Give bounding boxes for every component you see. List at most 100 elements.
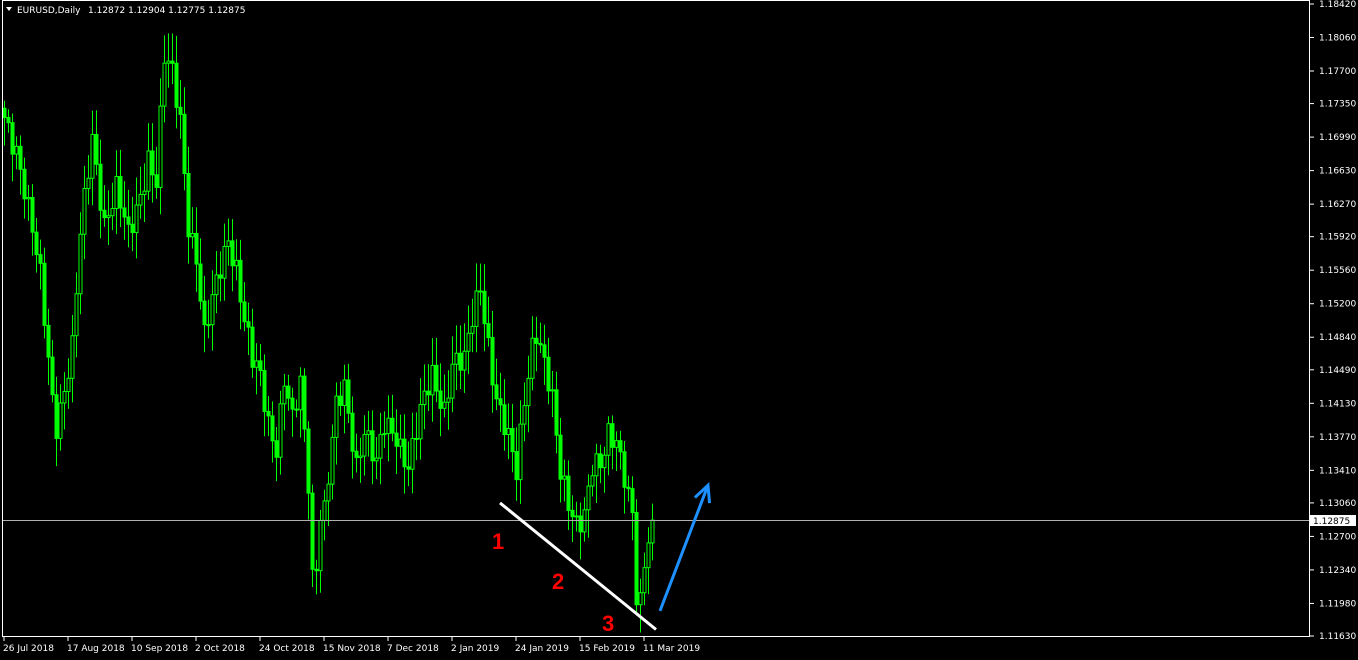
candle-body [22, 168, 27, 200]
candle-body [458, 352, 463, 371]
candle-body [634, 511, 639, 606]
candle-body [558, 434, 563, 480]
candle-body [182, 113, 187, 175]
candle-body [234, 259, 239, 267]
y-tick-label: 1.11630 [1319, 632, 1356, 642]
candle-body [570, 509, 575, 518]
candle-body [78, 233, 83, 295]
price-chart[interactable]: 1.18420 1.18060 1.17700 1.17350 1.16990 1.166… [0, 0, 1358, 660]
x-tick-label: 2 Jan 2019 [451, 644, 499, 654]
candle-body [450, 363, 455, 399]
candle-body [474, 290, 479, 327]
candle-body [562, 475, 567, 480]
y-tick-label: 1.16270 [1319, 200, 1356, 210]
candle-body [50, 356, 55, 396]
candle-body [218, 274, 223, 279]
candle-body [226, 240, 231, 247]
candle-body [338, 395, 343, 406]
candle-body [90, 133, 95, 179]
candle-body [354, 450, 359, 459]
candle-body [406, 466, 411, 470]
candle-body [330, 436, 335, 485]
y-tick-label: 1.13770 [1319, 433, 1356, 443]
candle-body [38, 254, 43, 264]
candle-body [34, 231, 39, 256]
candle-body [334, 395, 339, 438]
candle-body [314, 568, 319, 572]
candle-body [606, 423, 611, 456]
candle-body [242, 301, 247, 323]
candle-body [322, 500, 327, 521]
candle-body [206, 324, 211, 327]
candle-body [278, 403, 283, 458]
dropdown-arrow-icon[interactable] [6, 7, 12, 11]
candle-body [542, 344, 547, 358]
candle-body [62, 391, 67, 404]
candle-body [434, 364, 439, 392]
candle-body [246, 321, 251, 328]
candle-body [362, 433, 367, 457]
candle-body [202, 300, 207, 326]
candle-body [126, 216, 131, 225]
candle-body [58, 402, 63, 439]
candle-body [230, 240, 235, 267]
candle-body [154, 174, 159, 188]
candle-body [502, 404, 507, 436]
candle-body [394, 432, 399, 447]
symbol-timeframe: EURUSD,Daily [17, 6, 81, 16]
candle-body [378, 434, 383, 459]
candle-body [70, 335, 75, 379]
candle-body [466, 332, 471, 352]
candle-body [482, 290, 487, 325]
candle-body [170, 60, 175, 64]
candle-body [598, 453, 603, 469]
candle-body [282, 385, 287, 405]
candle-body [118, 176, 123, 209]
candle-body [42, 262, 47, 326]
candle-body [510, 428, 515, 453]
candle-body [438, 390, 443, 409]
candle-body [442, 401, 447, 409]
candle-body [422, 390, 427, 406]
candle-body [2, 107, 7, 119]
candle-body [462, 350, 467, 371]
x-tick-label: 15 Nov 2018 [323, 644, 381, 654]
candle-body [622, 451, 627, 488]
candle-body [546, 356, 551, 392]
candle-body [470, 325, 475, 334]
current-price-label: 1.12875 [1313, 517, 1350, 527]
wave-label-2: 2 [552, 569, 564, 594]
candle-body [478, 290, 483, 293]
candle-body [526, 377, 531, 407]
candle-body [178, 106, 183, 115]
candle-body [254, 360, 259, 368]
candle-body [382, 433, 387, 436]
candle-body [98, 163, 103, 211]
y-tick-label: 1.18060 [1319, 34, 1356, 44]
y-tick-label: 1.12700 [1319, 532, 1356, 542]
chart-header[interactable]: EURUSD,Daily 1.12872 1.12904 1.12775 1.1… [6, 6, 245, 16]
candle-body [250, 326, 255, 368]
candle-body [238, 259, 243, 303]
y-tick-label: 1.13410 [1319, 466, 1356, 476]
candle-body [30, 196, 35, 233]
y-tick-label: 1.16990 [1319, 133, 1356, 143]
candle-body [410, 437, 415, 470]
candle-body [298, 375, 303, 411]
candle-body [610, 423, 615, 448]
x-tick-label: 15 Feb 2019 [579, 644, 635, 654]
candle-body [134, 204, 139, 234]
candle-body [590, 475, 595, 487]
candles-layer [2, 33, 655, 633]
y-tick-label: 1.15920 [1319, 233, 1356, 243]
candle-body [138, 193, 143, 206]
candle-body [166, 60, 171, 64]
candle-body [350, 412, 355, 452]
candle-body [174, 62, 179, 108]
candle-body [318, 519, 323, 572]
candle-body [66, 377, 71, 393]
candle-body [10, 122, 15, 155]
x-tick-label: 24 Jan 2019 [515, 644, 569, 654]
candle-body [370, 430, 375, 462]
candle-body [430, 364, 435, 396]
